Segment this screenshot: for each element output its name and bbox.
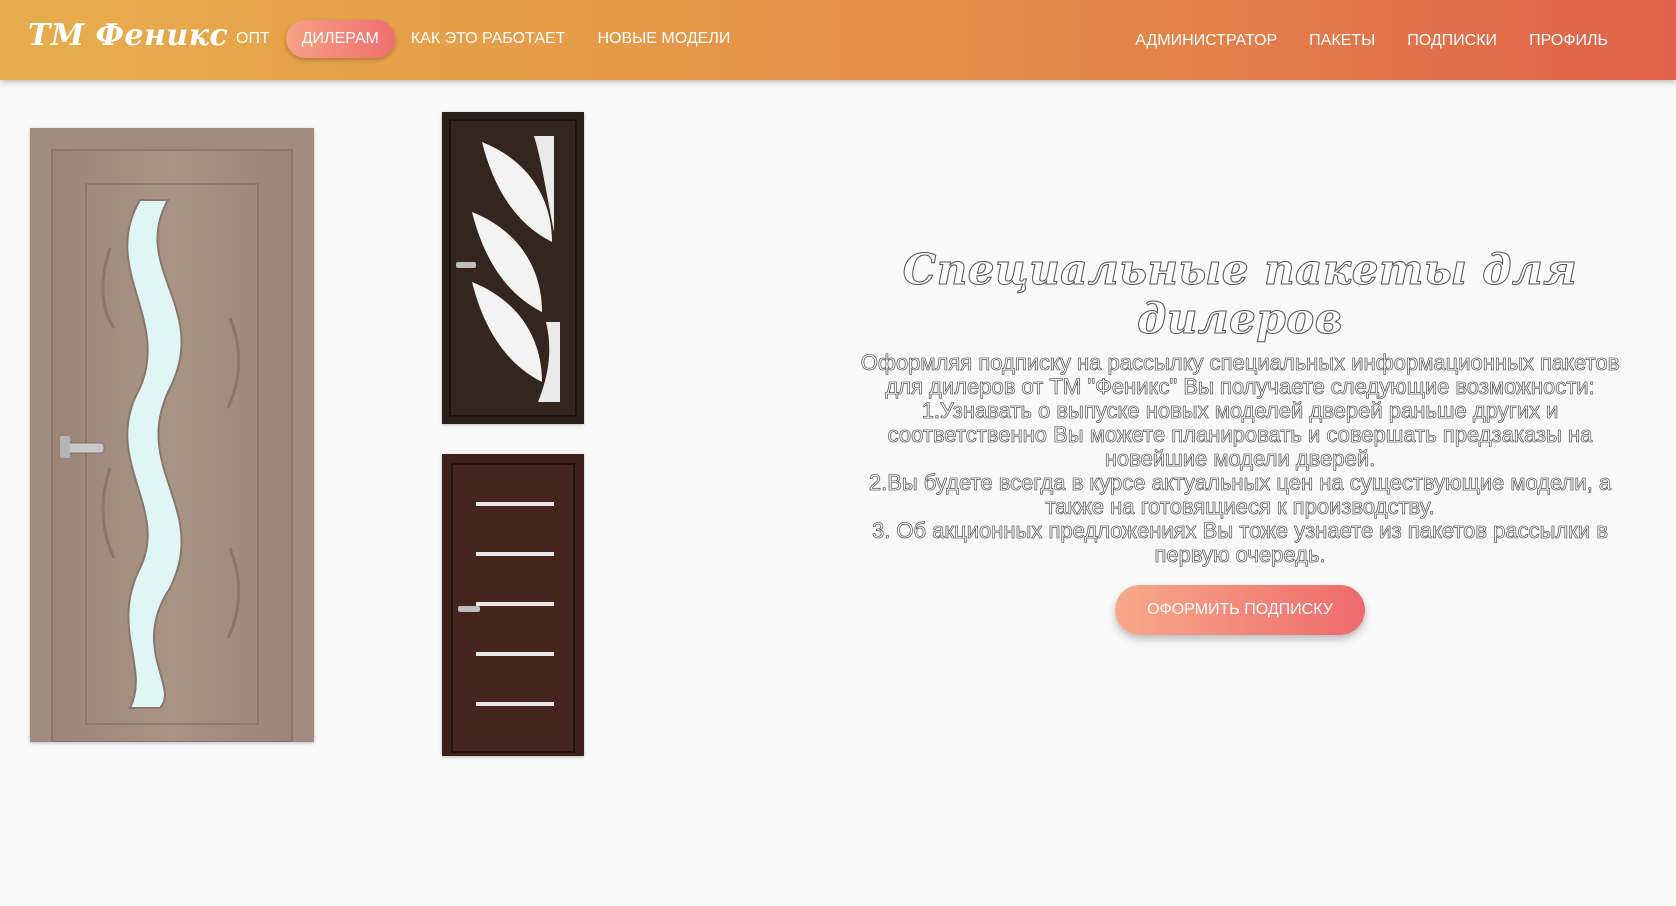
intro-paragraph: Оформляя подписку на рассылку специальны…	[860, 350, 1620, 399]
page-title: Специальные пакеты для дилеров	[902, 245, 1578, 344]
top-navbar: ТМ Феникс ОПТ ДИЛЕРАМ КАК ЭТО РАБОТАЕТ Н…	[0, 0, 1676, 80]
nav-link-subscriptions[interactable]: ПОДПИСКИ	[1391, 22, 1513, 60]
door-image-stripes	[442, 454, 584, 756]
description: Оформляя подписку на рассылку специальны…	[840, 350, 1640, 567]
door-image-leaf-glass	[442, 112, 584, 424]
subscribe-button[interactable]: ОФОРМИТЬ ПОДПИСКУ	[1115, 585, 1365, 635]
nav-link-dealers[interactable]: ДИЛЕРАМ	[285, 20, 395, 58]
door-wave-graphic	[30, 128, 314, 743]
nav-link-administrator[interactable]: АДМИНИСТРАТОР	[1119, 22, 1293, 60]
dealer-packages-section: Специальные пакеты для дилеров Оформляя …	[830, 245, 1650, 635]
nav-link-packages[interactable]: ПАКЕТЫ	[1293, 22, 1391, 60]
brand-logo[interactable]: ТМ Феникс	[28, 18, 228, 53]
nav-link-opt[interactable]: ОПТ	[220, 20, 286, 58]
benefit-1: 1.Узнавать о выпуске новых моделей двере…	[887, 398, 1593, 471]
account-nav: АДМИНИСТРАТОР ПАКЕТЫ ПОДПИСКИ ПРОФИЛЬ	[1119, 22, 1624, 60]
benefit-3: 3. Об акционных предложениях Вы тоже узн…	[871, 518, 1609, 567]
benefit-2: 2.Вы будете всегда в курсе актуальных це…	[868, 470, 1612, 519]
nav-link-profile[interactable]: ПРОФИЛЬ	[1513, 22, 1624, 60]
primary-nav: ОПТ ДИЛЕРАМ КАК ЭТО РАБОТАЕТ НОВЫЕ МОДЕЛ…	[220, 20, 746, 58]
door-leaf-graphic	[442, 112, 584, 424]
nav-link-new-models[interactable]: НОВЫЕ МОДЕЛИ	[581, 20, 746, 58]
nav-link-how-it-works[interactable]: КАК ЭТО РАБОТАЕТ	[395, 20, 582, 58]
door-stripes-graphic	[442, 454, 584, 756]
door-image-wave-glass	[30, 128, 314, 743]
